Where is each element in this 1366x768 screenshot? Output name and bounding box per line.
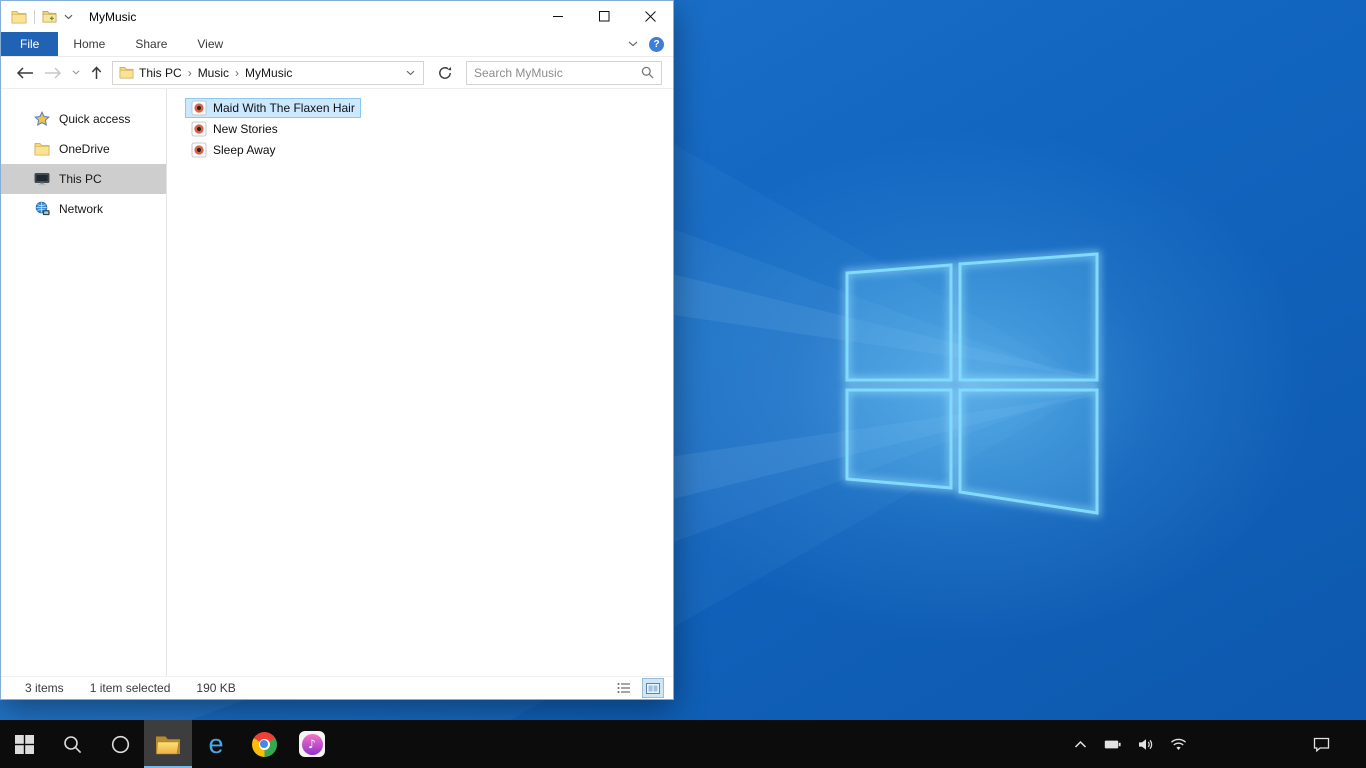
itunes-icon: ♪ [299, 731, 325, 757]
taskbar-search-button[interactable] [48, 720, 96, 768]
navigation-pane: Quick access OneDrive This PC Network [1, 89, 167, 676]
windows-start-icon [14, 734, 34, 754]
window-title: MyMusic [89, 9, 137, 24]
breadcrumb-music[interactable]: Music [193, 66, 234, 80]
taskbar: e ♪ [0, 720, 1366, 768]
minimize-icon [552, 16, 563, 17]
ribbon-tabs: File Home Share View ? [1, 32, 673, 57]
sidebar-item-network[interactable]: Network [1, 194, 166, 224]
quick-access-toolbar-chevron-down-icon[interactable] [64, 14, 73, 20]
close-button[interactable] [627, 1, 673, 32]
details-view-icon [617, 683, 630, 693]
large-icons-view-button[interactable] [642, 678, 664, 698]
sidebar-item-label: This PC [59, 172, 102, 186]
file-item-new-stories[interactable]: New Stories [185, 119, 284, 139]
status-selected-count: 1 item selected [89, 681, 171, 695]
network-icon [35, 201, 50, 216]
folder-icon [11, 10, 27, 23]
itunes-note-glyph: ♪ [301, 733, 323, 755]
breadcrumb-this-pc[interactable]: This PC [134, 66, 187, 80]
status-bar: 3 items 1 item selected 190 KB [1, 676, 673, 699]
address-folder-icon [119, 67, 134, 79]
onedrive-folder-icon [34, 143, 50, 156]
navigation-bar: This PC › Music › MyMusic [1, 57, 673, 89]
maximize-button[interactable] [581, 1, 627, 32]
cortana-button[interactable] [96, 720, 144, 768]
details-view-button[interactable] [614, 679, 634, 697]
address-bar[interactable]: This PC › Music › MyMusic [112, 60, 424, 85]
search-icon [63, 735, 81, 753]
status-selected-size: 190 KB [196, 681, 236, 695]
internet-explorer-button[interactable]: e [192, 720, 240, 768]
quick-access-star-icon [34, 111, 50, 126]
search-box[interactable] [466, 60, 662, 85]
chrome-button[interactable] [240, 720, 288, 768]
music-file-icon [191, 142, 207, 158]
music-file-icon [191, 100, 207, 116]
sidebar-item-this-pc[interactable]: This PC [1, 164, 166, 194]
up-button[interactable] [90, 65, 103, 80]
cortana-icon [111, 735, 129, 753]
volume-icon[interactable] [1138, 738, 1153, 751]
view-toggles [614, 678, 664, 698]
taskbar-file-explorer-button[interactable] [144, 720, 192, 768]
battery-icon[interactable] [1104, 739, 1121, 750]
wifi-network-icon[interactable] [1170, 738, 1187, 751]
address-dropdown-button[interactable] [398, 62, 423, 84]
file-item-maid-with-the-flaxen-hair[interactable]: Maid With The Flaxen Hair [185, 98, 361, 118]
tab-home[interactable]: Home [58, 32, 120, 56]
ribbon-right-controls: ? [628, 32, 673, 56]
sidebar-item-onedrive[interactable]: OneDrive [1, 134, 166, 164]
sidebar-item-label: Network [59, 202, 104, 216]
internet-explorer-icon: e [208, 728, 224, 759]
large-icons-view-icon [646, 682, 660, 694]
sidebar-item-label: Quick access [59, 112, 131, 126]
file-name: Maid With The Flaxen Hair [213, 101, 355, 115]
minimize-button[interactable] [535, 1, 581, 32]
itunes-button[interactable]: ♪ [288, 720, 336, 768]
music-file-icon [191, 121, 207, 137]
forward-button[interactable] [44, 66, 62, 79]
show-hidden-icons-chevron-up-icon[interactable] [1074, 740, 1087, 749]
back-button[interactable] [16, 66, 34, 79]
system-tray [1074, 720, 1366, 768]
search-input[interactable] [474, 65, 641, 80]
help-button[interactable]: ? [649, 36, 664, 52]
close-icon [644, 11, 656, 22]
file-item-sleep-away[interactable]: Sleep Away [185, 140, 282, 160]
file-name: New Stories [213, 122, 278, 136]
sidebar-item-label: OneDrive [59, 142, 110, 156]
window-controls [535, 1, 673, 32]
file-name: Sleep Away [213, 143, 276, 157]
search-icon[interactable] [641, 66, 654, 79]
title-bar: MyMusic [1, 1, 673, 32]
tab-share[interactable]: Share [120, 32, 182, 56]
window-body: Quick access OneDrive This PC Network Ma… [1, 89, 673, 676]
toolbar-separator [34, 9, 35, 24]
chevron-down-icon [406, 70, 415, 75]
expand-ribbon-chevron-down-icon[interactable] [628, 41, 638, 47]
chrome-icon [251, 731, 277, 757]
status-item-count: 3 items [25, 681, 64, 695]
tab-view[interactable]: View [182, 32, 238, 56]
file-explorer-window: MyMusic File Home Share View ? This PC ›… [0, 0, 674, 700]
nav-arrows [16, 65, 103, 80]
maximize-icon [598, 11, 609, 22]
new-folder-icon[interactable] [42, 10, 57, 23]
start-button[interactable] [0, 720, 48, 768]
file-explorer-icon [156, 736, 180, 754]
sidebar-item-quick-access[interactable]: Quick access [1, 104, 166, 134]
tab-file[interactable]: File [1, 32, 59, 56]
refresh-icon [439, 66, 452, 79]
file-list[interactable]: Maid With The Flaxen Hair New Stories Sl… [167, 89, 673, 676]
refresh-button[interactable] [433, 66, 457, 80]
recent-locations-chevron-down-icon[interactable] [72, 70, 80, 75]
breadcrumb-mymusic[interactable]: MyMusic [240, 66, 297, 80]
this-pc-computer-icon [34, 173, 50, 186]
action-center-icon[interactable] [1313, 737, 1330, 752]
